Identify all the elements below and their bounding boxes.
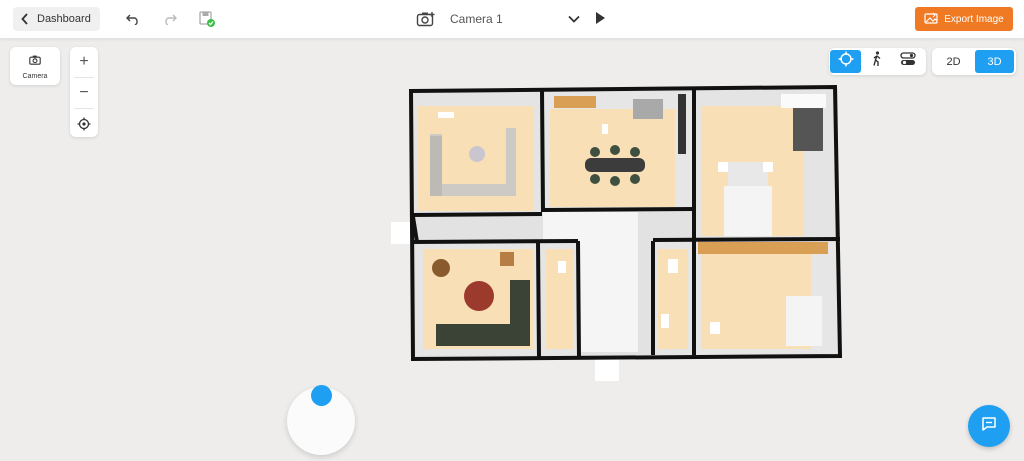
dining-room (543, 92, 693, 210)
chat-icon (980, 415, 998, 438)
chevron-left-icon (13, 13, 37, 25)
view-toggle: 2D 3D (932, 48, 1016, 75)
camera-icon (29, 52, 41, 70)
walk-mode-button[interactable] (861, 50, 892, 73)
zoom-in-button[interactable]: + (70, 47, 98, 77)
walk-icon (871, 51, 883, 72)
chat-button[interactable] (968, 405, 1010, 447)
settings-toggle-button[interactable] (892, 50, 923, 73)
zoom-out-button[interactable]: − (70, 78, 98, 108)
dashboard-button[interactable]: Dashboard (13, 7, 100, 31)
image-icon (924, 12, 938, 27)
orbit-icon (838, 51, 854, 72)
entry-step (391, 222, 413, 244)
view-2d-button[interactable]: 2D (934, 50, 973, 73)
undo-icon[interactable] (123, 9, 143, 29)
save-check-icon[interactable] (197, 9, 217, 29)
export-label: Export Image (944, 13, 1004, 25)
dashboard-label: Dashboard (37, 13, 91, 25)
bathroom-right (653, 242, 693, 355)
camera-add-icon[interactable] (414, 9, 438, 29)
navigation-mode-group (829, 48, 926, 75)
top-toolbar: Dashboard Camera 1 Export Image (0, 0, 1024, 39)
chevron-down-icon[interactable] (568, 12, 580, 26)
camera-card[interactable]: Camera (10, 47, 60, 85)
toggle-icon (899, 52, 916, 71)
camera-joystick-handle[interactable] (311, 385, 332, 406)
orbit-mode-button[interactable] (830, 50, 861, 73)
crosshair-icon[interactable] (70, 109, 98, 139)
bedroom-bottom-left (416, 242, 538, 355)
camera-label: Camera (22, 73, 48, 80)
zoom-controls: + − (70, 47, 98, 137)
master-bedroom (696, 89, 836, 239)
bathroom-left (540, 242, 578, 355)
exit-step (595, 359, 619, 381)
export-image-button[interactable]: Export Image (915, 7, 1013, 31)
camera-name: Camera 1 (450, 12, 503, 26)
bedroom-bottom-right (696, 242, 838, 355)
redo-icon[interactable] (160, 9, 180, 29)
view-3d-button[interactable]: 3D (975, 50, 1014, 73)
play-icon[interactable] (594, 11, 606, 30)
camera-selector[interactable]: Camera 1 (414, 6, 614, 32)
living-room (413, 92, 540, 214)
floor-plan-canvas[interactable] (388, 84, 848, 384)
